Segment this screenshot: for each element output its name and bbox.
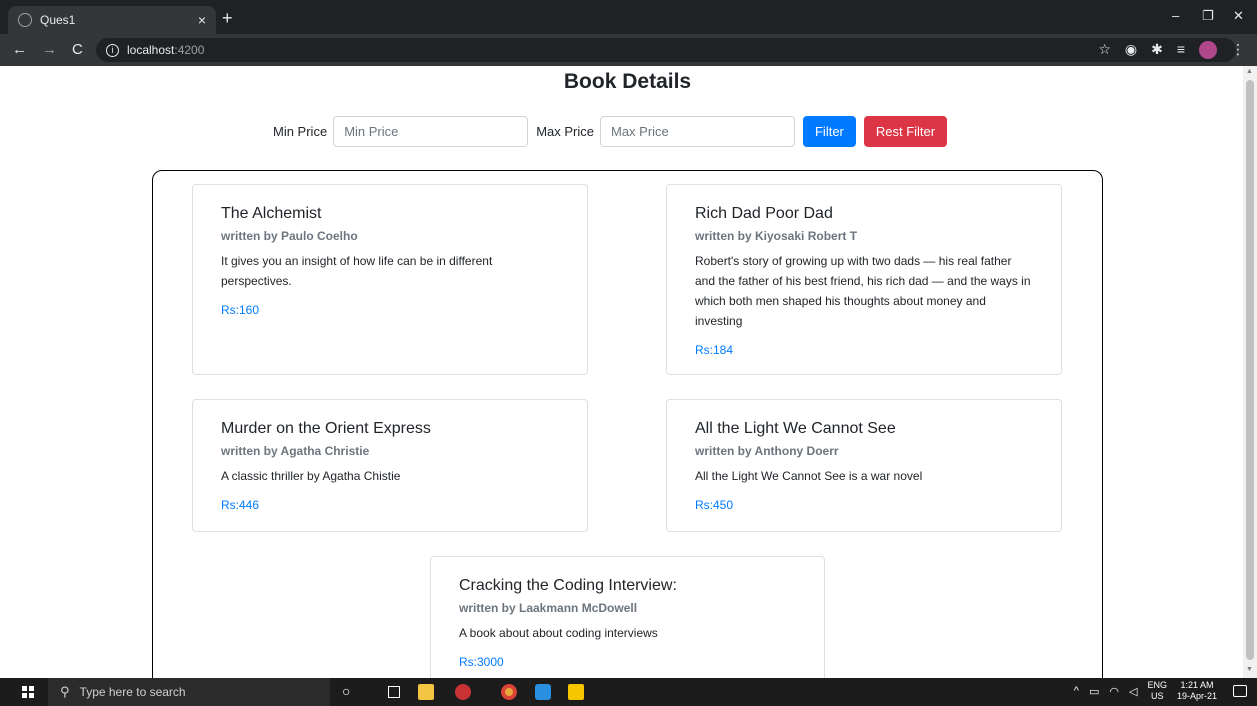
address-bar[interactable]: i localhost:4200 — [96, 38, 1236, 62]
windows-start-icon[interactable] — [22, 686, 34, 698]
book-price: Rs:446 — [221, 498, 260, 512]
min-price-label: Min Price — [273, 124, 328, 139]
sticky-notes-icon[interactable] — [568, 684, 584, 700]
star-icon[interactable]: ☆ — [1098, 41, 1111, 59]
scroll-up-icon[interactable]: ▲ — [1246, 68, 1253, 75]
extensions-icon[interactable]: ✱ — [1151, 41, 1163, 59]
book-author: written by Agatha Christie — [221, 444, 370, 458]
globe-icon — [18, 13, 32, 27]
book-description: A classic thriller by Agatha Chistie — [221, 469, 401, 483]
book-card: All the Light We Cannot See written by A… — [666, 399, 1062, 532]
scroll-down-icon[interactable]: ▼ — [1246, 666, 1253, 673]
book-title: Cracking the Coding Interview: — [459, 577, 677, 594]
new-tab-button[interactable]: + — [222, 8, 233, 29]
tab-title: Ques1 — [40, 13, 76, 27]
book-card: Cracking the Coding Interview: written b… — [430, 556, 825, 678]
filter-button[interactable]: Filter — [802, 116, 856, 147]
clock-date: 19-Apr-21 — [1176, 691, 1217, 701]
page-title: Book Details — [563, 70, 692, 93]
book-author: written by Kiyosaki Robert T — [695, 229, 858, 243]
max-price-input[interactable] — [599, 116, 795, 147]
reset-filter-button[interactable]: Rest Filter — [863, 116, 948, 147]
max-price-label: Max Price — [536, 124, 594, 139]
lang-top: ENG — [1147, 680, 1167, 690]
file-explorer-icon[interactable] — [418, 684, 434, 700]
back-icon[interactable]: ← — [12, 41, 27, 58]
language-indicator[interactable]: ENG US — [1147, 680, 1167, 702]
browser-tab[interactable]: Ques1 × — [8, 6, 216, 34]
page-scrollbar[interactable]: ▲ ▼ — [1243, 66, 1257, 678]
browser-toolbar: ← → C i localhost:4200 ☆ ◉ ✱ ≡ ⋮ — [0, 34, 1257, 66]
book-title: Murder on the Orient Express — [221, 420, 431, 437]
volume-icon[interactable]: ◁ — [1129, 685, 1137, 698]
vscode-icon[interactable] — [535, 684, 551, 700]
clock-time: 1:21 AM — [1180, 680, 1214, 690]
min-price-input[interactable] — [333, 116, 529, 147]
reload-icon[interactable]: C — [72, 41, 83, 58]
lang-bottom: US — [1150, 691, 1164, 701]
tray-chevron-icon[interactable]: ^ — [1074, 685, 1079, 697]
browser-tab-bar: Ques1 × + – ❐ ✕ — [0, 0, 1257, 34]
app-icon[interactable] — [455, 684, 471, 700]
book-title: All the Light We Cannot See — [695, 420, 896, 437]
filter-row: Min Price Max Price Filter Rest Filter — [273, 116, 948, 147]
book-price: Rs:160 — [221, 303, 260, 317]
book-card: The Alchemist written by Paulo Coelho It… — [192, 184, 588, 375]
notification-icon[interactable] — [1233, 685, 1247, 697]
book-author: written by Anthony Doerr — [695, 444, 839, 458]
search-icon: ⚲ — [60, 684, 70, 699]
scrollbar-thumb[interactable] — [1246, 80, 1254, 660]
cortana-icon[interactable]: ○ — [342, 683, 358, 699]
camera-icon[interactable]: ◉ — [1125, 41, 1137, 59]
book-title: Rich Dad Poor Dad — [695, 205, 833, 222]
windows-taskbar: ⚲ Type here to search ○ ^ ▭ ◠ ◁ ENG US 1… — [0, 678, 1257, 706]
book-description: A book about about coding interviews — [459, 626, 658, 640]
book-card: Murder on the Orient Express written by … — [192, 399, 588, 532]
toolbar-icons: ☆ ◉ ✱ ≡ ⋮ — [1098, 41, 1245, 59]
taskbar-search-placeholder: Type here to search — [79, 685, 186, 699]
page-content: Book Details Min Price Max Price Filter … — [0, 66, 1243, 678]
menu-icon[interactable]: ⋮ — [1231, 41, 1245, 59]
forward-icon[interactable]: → — [42, 41, 57, 58]
book-author: written by Laakmann McDowell — [459, 601, 638, 615]
book-description: It gives you an insight of how life can … — [221, 254, 493, 288]
reading-list-icon[interactable]: ≡ — [1177, 41, 1185, 59]
book-description: Robert's story of growing up with two da… — [695, 254, 1031, 328]
system-tray: ^ ▭ ◠ ◁ ENG US 1:21 AM 19-Apr-21 — [1074, 680, 1217, 702]
profile-avatar[interactable] — [1199, 41, 1217, 59]
task-view-icon[interactable] — [388, 686, 400, 698]
taskbar-search[interactable]: ⚲ Type here to search — [48, 678, 330, 706]
book-card: Rich Dad Poor Dad written by Kiyosaki Ro… — [666, 184, 1062, 375]
book-title: The Alchemist — [221, 205, 322, 222]
url-port: :4200 — [174, 43, 205, 57]
chrome-icon[interactable] — [501, 684, 517, 700]
maximize-button[interactable]: ❐ — [1202, 8, 1214, 24]
window-close-button[interactable]: ✕ — [1233, 8, 1244, 24]
wifi-icon[interactable]: ◠ — [1109, 685, 1119, 698]
book-description: All the Light We Cannot See is a war nov… — [695, 469, 923, 483]
url-host: localhost — [127, 43, 175, 57]
book-author: written by Paulo Coelho — [221, 229, 358, 243]
taskbar-clock[interactable]: 1:21 AM 19-Apr-21 — [1177, 680, 1217, 702]
book-price: Rs:3000 — [459, 655, 504, 669]
book-price: Rs:450 — [695, 498, 734, 512]
tab-close-icon[interactable]: × — [198, 12, 206, 28]
book-price: Rs:184 — [695, 343, 734, 357]
minimize-button[interactable]: – — [1172, 8, 1179, 23]
info-icon[interactable]: i — [106, 43, 119, 57]
battery-icon[interactable]: ▭ — [1089, 685, 1099, 698]
